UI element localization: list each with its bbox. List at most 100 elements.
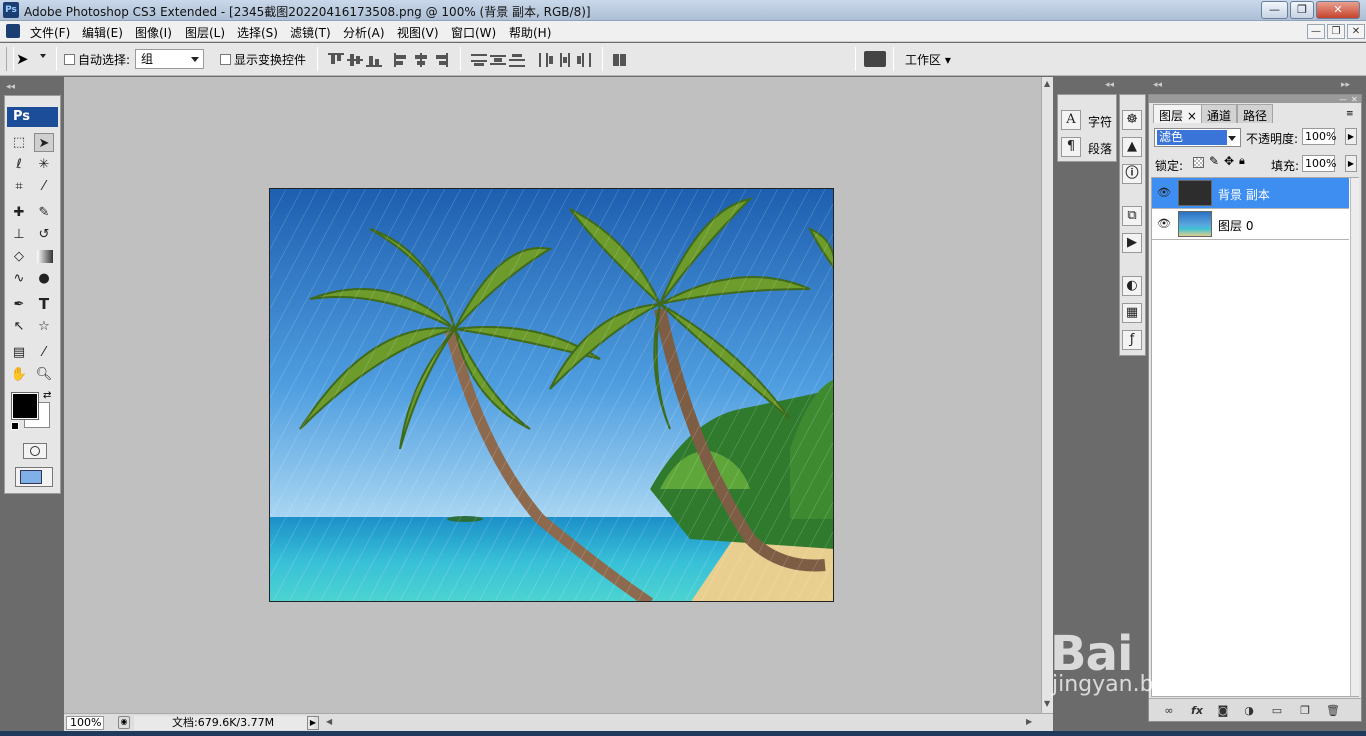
collapse-arrows-icon[interactable]: ◂◂ [1105,80,1114,90]
new-group-icon[interactable]: ▭ [1269,703,1285,718]
quick-mask-icon[interactable] [23,443,47,459]
minimize-icon[interactable]: — [1261,1,1288,19]
clone-stamp-tool-icon[interactable]: ⊥ [9,225,29,244]
panel-menu-icon[interactable]: ≡ [1346,109,1354,119]
collapse-arrows-icon[interactable]: ◂◂ [6,82,15,92]
zoom-tool-icon[interactable]: 🔍︎ [34,365,54,384]
menu-file[interactable]: 文件(F) [30,24,70,41]
vertical-scrollbar[interactable]: ▲ ▼ [1041,77,1053,713]
blur-tool-icon[interactable]: ∿ [9,269,29,288]
collapse-arrows-icon[interactable]: ▸▸ [1341,80,1350,90]
align-hcenter-icon[interactable] [413,53,429,67]
doc-restore-icon[interactable]: ❐ [1327,24,1345,39]
tab-channels[interactable]: 通道 [1201,104,1238,123]
show-transform-checkbox[interactable] [220,54,231,65]
scroll-left-icon[interactable]: ◀ [326,717,332,726]
menu-edit[interactable]: 编辑(E) [82,24,123,41]
brush-tool-icon[interactable]: ✎ [34,203,54,222]
character-label[interactable]: 字符 [1088,113,1112,130]
doc-minimize-icon[interactable]: — [1307,24,1325,39]
opacity-input[interactable]: 100% [1302,128,1336,145]
align-left-icon[interactable] [394,53,410,67]
opacity-slider-arrow-icon[interactable]: ▶ [1345,128,1357,145]
doc-close-icon[interactable]: ✕ [1347,24,1365,39]
align-right-icon[interactable] [432,53,448,67]
notes-tool-icon[interactable]: ▤ [9,343,29,362]
gradient-tool-icon[interactable] [37,250,53,263]
tab-layers[interactable]: 图层 × [1153,104,1203,123]
actions-icon[interactable]: ▶ [1122,233,1142,253]
bridge-icon[interactable] [864,51,886,67]
grip-handle[interactable] [6,47,14,71]
zoom-field[interactable]: 100% [66,716,104,730]
layer-row[interactable]: 👁︎ 图层 0 [1152,209,1349,240]
align-top-icon[interactable] [328,53,344,67]
screen-mode-icon[interactable] [15,467,53,487]
distribute-top-icon[interactable] [471,53,487,67]
distribute-right-icon[interactable] [576,53,592,67]
layers-scrollbar[interactable] [1350,178,1359,696]
minimize-panel-icon[interactable]: — [1339,95,1347,104]
chevron-down-icon[interactable] [40,54,46,58]
move-tool-icon[interactable]: ➤ [34,133,54,152]
new-layer-icon[interactable]: ❐ [1297,703,1313,718]
close-panel-icon[interactable]: ✕ [1351,95,1358,104]
distribute-hcenter-icon[interactable] [557,53,573,67]
scroll-down-icon[interactable]: ▼ [1044,699,1050,708]
close-icon[interactable]: ✕ [1316,1,1360,19]
add-mask-icon[interactable]: ◙ [1215,703,1231,718]
layer-style-fx-icon[interactable]: fx [1189,703,1205,718]
slice-tool-icon[interactable]: ⁄ [34,177,54,196]
collapse-arrows-icon[interactable]: ◂◂ [1153,80,1162,90]
fill-slider-arrow-icon[interactable]: ▶ [1345,155,1357,172]
swatches-icon[interactable]: ▦ [1122,303,1142,323]
align-vcenter-icon[interactable] [347,53,363,67]
shape-tool-icon[interactable]: ☆ [34,317,54,336]
menu-view[interactable]: 视图(V) [397,24,439,41]
lasso-tool-icon[interactable]: ℓ [9,155,29,174]
menu-select[interactable]: 选择(S) [237,24,278,41]
layer-name[interactable]: 图层 0 [1218,217,1253,234]
visibility-eye-icon[interactable]: 👁︎ [1156,185,1172,201]
move-tool-icon[interactable]: ➤ [16,50,29,68]
hand-tool-icon[interactable]: ✋ [9,365,29,384]
color-icon[interactable]: ◐ [1122,276,1142,296]
styles-icon[interactable]: ƒ [1122,330,1142,350]
healing-brush-tool-icon[interactable]: ✚ [9,203,29,222]
crop-tool-icon[interactable]: ⌗ [9,177,29,196]
menu-image[interactable]: 图像(I) [135,24,172,41]
blend-mode-dropdown[interactable]: 滤色 [1154,128,1241,147]
navigator-icon[interactable]: ☸ [1122,110,1142,130]
distribute-vcenter-icon[interactable] [490,53,506,67]
character-icon[interactable]: A [1061,110,1081,130]
status-arrow-icon[interactable]: ▶ [307,716,319,730]
layer-name[interactable]: 背景 副本 [1218,186,1270,203]
tab-close-icon[interactable]: × [1187,109,1197,123]
paragraph-label[interactable]: 段落 [1088,140,1112,157]
layer-row[interactable]: 👁︎ 背景 副本 [1152,178,1349,209]
scroll-right-icon[interactable]: ▶ [1026,717,1032,726]
restore-icon[interactable]: ❐ [1290,1,1314,19]
workspace-button[interactable]: 工作区 ▾ [905,51,951,68]
swap-colors-icon[interactable]: ⇄ [43,390,51,401]
status-menu-icon[interactable]: ◉ [118,716,130,729]
type-tool-icon[interactable]: T [34,295,54,314]
default-colors-icon[interactable] [11,422,19,430]
dodge-tool-icon[interactable]: ● [34,269,54,288]
magic-wand-tool-icon[interactable]: ✳ [34,155,54,174]
foreground-color-swatch[interactable] [11,392,39,420]
distribute-bottom-icon[interactable] [509,53,525,67]
menu-window[interactable]: 窗口(W) [451,24,496,41]
tab-paths[interactable]: 路径 [1237,104,1274,123]
delete-layer-icon[interactable]: 🗑︎ [1325,703,1341,718]
adjustment-layer-icon[interactable]: ◑ [1241,703,1257,718]
menu-filter[interactable]: 滤镜(T) [290,24,331,41]
pen-tool-icon[interactable]: ✒ [9,295,29,314]
fill-input[interactable]: 100% [1302,155,1336,172]
histogram-icon[interactable]: ▲ [1122,137,1142,157]
menu-layer[interactable]: 图层(L) [185,24,225,41]
eraser-tool-icon[interactable]: ◇ [9,247,29,266]
path-selection-tool-icon[interactable]: ↖ [9,317,29,336]
history-icon[interactable]: ⧉ [1122,206,1142,226]
document-image[interactable] [269,188,834,602]
